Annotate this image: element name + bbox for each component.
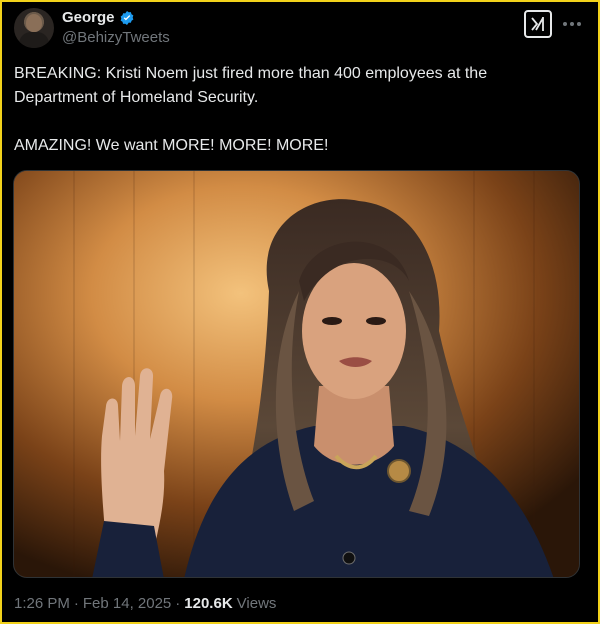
author-name-row[interactable]: George [62, 9, 135, 26]
meta-separator: · [73, 595, 79, 612]
views-label: Views [236, 595, 277, 612]
tweet-time[interactable]: 1:26 PM [14, 595, 70, 612]
tweet-meta: 1:26 PM · Feb 14, 2025 · 120.6K Views [14, 595, 276, 612]
avatar[interactable] [14, 8, 54, 48]
tweet-frame: George @BehizyTweets BREAKING: Kristi No… [0, 0, 600, 624]
tweet-date[interactable]: Feb 14, 2025 [83, 595, 171, 612]
meta-separator-2: · [175, 595, 181, 612]
grok-button[interactable] [524, 10, 552, 38]
tweet-text: BREAKING: Kristi Noem just fired more th… [14, 65, 488, 154]
views-count[interactable]: 120.6K [184, 595, 232, 612]
verified-badge-icon [119, 10, 135, 26]
author-name[interactable]: George [62, 9, 115, 26]
photo-illustration [14, 171, 579, 577]
more-options-icon [563, 22, 581, 26]
more-options-button[interactable] [560, 12, 584, 36]
avatar-face [26, 14, 42, 32]
author-handle[interactable]: @BehizyTweets [62, 29, 170, 46]
grok-icon [531, 17, 544, 31]
avatar-body [19, 32, 49, 48]
tweet-photo[interactable] [13, 170, 580, 578]
tweet-header: George @BehizyTweets [14, 8, 590, 52]
